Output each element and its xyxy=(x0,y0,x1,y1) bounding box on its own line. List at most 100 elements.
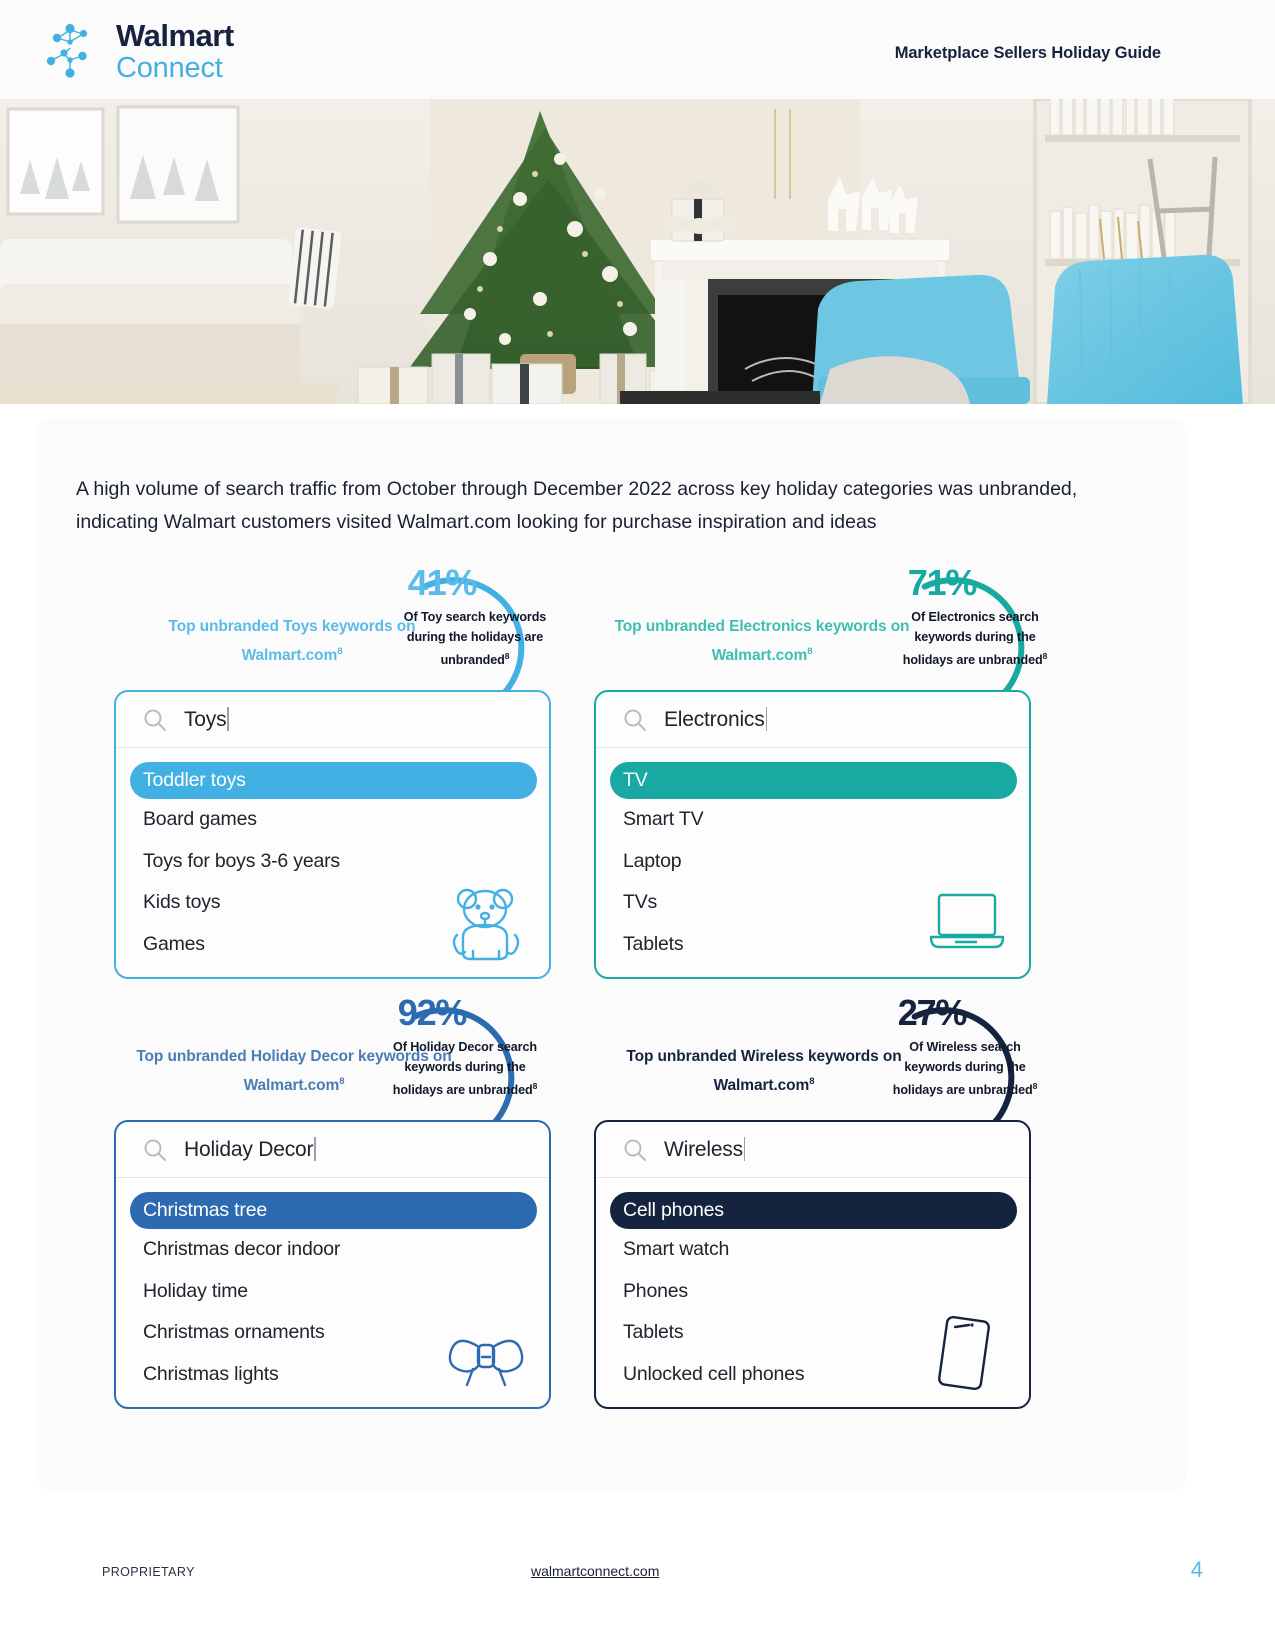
footnote-marker: 8 xyxy=(1032,1081,1038,1091)
search-input-toys[interactable]: Toys xyxy=(184,707,229,732)
search-input-wireless[interactable]: Wireless xyxy=(664,1137,746,1162)
stat-desc-text: Of Toy search keywords during the holida… xyxy=(403,610,547,668)
stat-percent-toys: 41% xyxy=(407,562,478,603)
suggestion-label: TVs xyxy=(623,891,658,914)
logo-brand-text: Walmart xyxy=(116,18,234,53)
suggestion-label: Christmas lights xyxy=(143,1362,279,1385)
suggestion-label: Tablets xyxy=(623,1321,684,1344)
hero-image xyxy=(0,99,1275,404)
suggestion-label: Unlocked cell phones xyxy=(623,1362,805,1385)
text-caret xyxy=(743,1137,746,1161)
text-caret xyxy=(765,707,768,731)
search-icon xyxy=(142,707,168,733)
stat-percent-holiday-decor: 92% xyxy=(397,992,468,1033)
search-card-holiday-decor: Holiday Decor Christmas tree Christmas d… xyxy=(114,1120,551,1409)
footnote-marker: 8 xyxy=(807,646,813,657)
suggestion-label: Board games xyxy=(143,808,257,831)
category-block-toys: Top unbranded Toys keywords on Walmart.c… xyxy=(110,536,630,979)
stat-description-toys: Of Toy search keywords during the holida… xyxy=(400,608,550,671)
search-value: Holiday Decor xyxy=(184,1138,314,1161)
footnote-marker: 8 xyxy=(1042,651,1048,661)
caption-text: Top unbranded Wireless keywords on Walma… xyxy=(626,1048,902,1095)
list-item[interactable]: Cell phones xyxy=(610,1192,1017,1229)
search-icon xyxy=(142,1137,168,1163)
footer-url-link[interactable]: walmartconnect.com xyxy=(531,1563,659,1579)
footnote-marker: 8 xyxy=(809,1076,815,1087)
suggestion-label: TV xyxy=(623,769,648,791)
list-item[interactable]: Toys for boys 3-6 years xyxy=(116,841,549,883)
list-item[interactable]: Phones xyxy=(596,1271,1029,1313)
document-page: Walmart Connect Marketplace Sellers Holi… xyxy=(0,0,1275,1650)
category-grid: Top unbranded Toys keywords on Walmart.c… xyxy=(36,418,1187,1492)
suggestion-label: Laptop xyxy=(623,849,682,872)
search-bar-toys[interactable]: Toys xyxy=(116,692,549,748)
list-item[interactable]: TV xyxy=(610,762,1017,799)
list-item[interactable]: Laptop xyxy=(596,841,1029,883)
search-card-wireless: Wireless Cell phones Smart watch Phones … xyxy=(594,1120,1031,1409)
stat-percent-electronics: 71% xyxy=(907,562,978,603)
content-panel: A high volume of search traffic from Oct… xyxy=(36,418,1187,1492)
teddy-bear-icon xyxy=(445,881,527,963)
stat-description-holiday-decor: Of Holiday Decor search keywords during … xyxy=(390,1038,540,1101)
suggestion-label: Christmas decor indoor xyxy=(143,1238,341,1261)
list-item[interactable]: Christmas tree xyxy=(130,1192,537,1229)
footnote-marker: 8 xyxy=(532,1081,538,1091)
search-icon xyxy=(622,707,648,733)
search-icon xyxy=(622,1137,648,1163)
text-caret xyxy=(314,1137,316,1161)
logo-sub-text: Connect xyxy=(116,51,223,84)
page-header: Walmart Connect Marketplace Sellers Holi… xyxy=(0,0,1275,99)
page-footer: PROPRIETARY walmartconnect.com 4 xyxy=(0,1557,1275,1597)
caption-text: Top unbranded Electronics keywords on Wa… xyxy=(614,618,910,665)
page-number: 4 xyxy=(1190,1557,1203,1582)
footnote-marker: 8 xyxy=(337,646,343,657)
suggestion-label: Cell phones xyxy=(623,1199,724,1221)
search-bar-holiday-decor[interactable]: Holiday Decor xyxy=(116,1122,549,1178)
search-value: Toys xyxy=(184,708,227,731)
footnote-marker: 8 xyxy=(504,651,510,661)
suggestion-label: Tablets xyxy=(623,932,684,955)
category-block-electronics: Top unbranded Electronics keywords on Wa… xyxy=(590,536,1110,979)
search-bar-wireless[interactable]: Wireless xyxy=(596,1122,1029,1178)
list-item[interactable]: Christmas decor indoor xyxy=(116,1229,549,1271)
text-caret xyxy=(227,707,229,731)
suggestion-label: Smart watch xyxy=(623,1238,730,1261)
list-item[interactable]: Board games xyxy=(116,799,549,841)
search-card-electronics: Electronics TV Smart TV Laptop TVs Table… xyxy=(594,690,1031,979)
suggestion-label: Toys for boys 3-6 years xyxy=(143,849,340,872)
holiday-living-room-photo xyxy=(0,99,1275,404)
suggestion-label: Kids toys xyxy=(143,891,221,914)
stat-percent-wireless: 27% xyxy=(897,992,968,1033)
stat-description-wireless: Of Wireless search keywords during the h… xyxy=(890,1038,1040,1101)
ribbon-bow-icon xyxy=(445,1311,527,1393)
search-input-electronics[interactable]: Electronics xyxy=(664,707,768,732)
suggestion-label: Christmas tree xyxy=(143,1199,267,1221)
list-item[interactable]: Smart TV xyxy=(596,799,1029,841)
search-value: Electronics xyxy=(664,708,765,731)
category-block-holiday-decor: Top unbranded Holiday Decor keywords on … xyxy=(110,966,630,1409)
caption-electronics: Top unbranded Electronics keywords on Wa… xyxy=(602,614,922,668)
suggestion-label: Christmas ornaments xyxy=(143,1321,325,1344)
suggestion-label: Games xyxy=(143,932,205,955)
laptop-icon xyxy=(925,881,1007,963)
suggestion-label: Toddler toys xyxy=(143,769,246,791)
category-block-wireless: Top unbranded Wireless keywords on Walma… xyxy=(590,966,1110,1409)
search-bar-electronics[interactable]: Electronics xyxy=(596,692,1029,748)
list-item[interactable]: Toddler toys xyxy=(130,762,537,799)
stat-desc-text: Of Wireless search keywords during the h… xyxy=(892,1040,1033,1098)
search-card-toys: Toys Toddler toys Board games Toys for b… xyxy=(114,690,551,979)
header-title: Marketplace Sellers Holiday Guide xyxy=(894,44,1161,62)
list-item[interactable]: Smart watch xyxy=(596,1229,1029,1271)
smartphone-icon xyxy=(925,1311,1007,1393)
stat-desc-text: Of Electronics search keywords during th… xyxy=(902,610,1043,668)
stat-desc-text: Of Holiday Decor search keywords during … xyxy=(392,1040,537,1098)
footnote-marker: 8 xyxy=(339,1076,345,1087)
proprietary-label: PROPRIETARY xyxy=(102,1565,195,1579)
stat-description-electronics: Of Electronics search keywords during th… xyxy=(900,608,1050,671)
list-item[interactable]: Holiday time xyxy=(116,1271,549,1313)
walmart-connect-spark-icon xyxy=(42,20,106,82)
suggestion-label: Smart TV xyxy=(623,808,704,831)
suggestion-label: Phones xyxy=(623,1279,688,1302)
search-input-holiday-decor[interactable]: Holiday Decor xyxy=(184,1137,316,1162)
walmart-connect-logo: Walmart Connect xyxy=(42,18,234,84)
